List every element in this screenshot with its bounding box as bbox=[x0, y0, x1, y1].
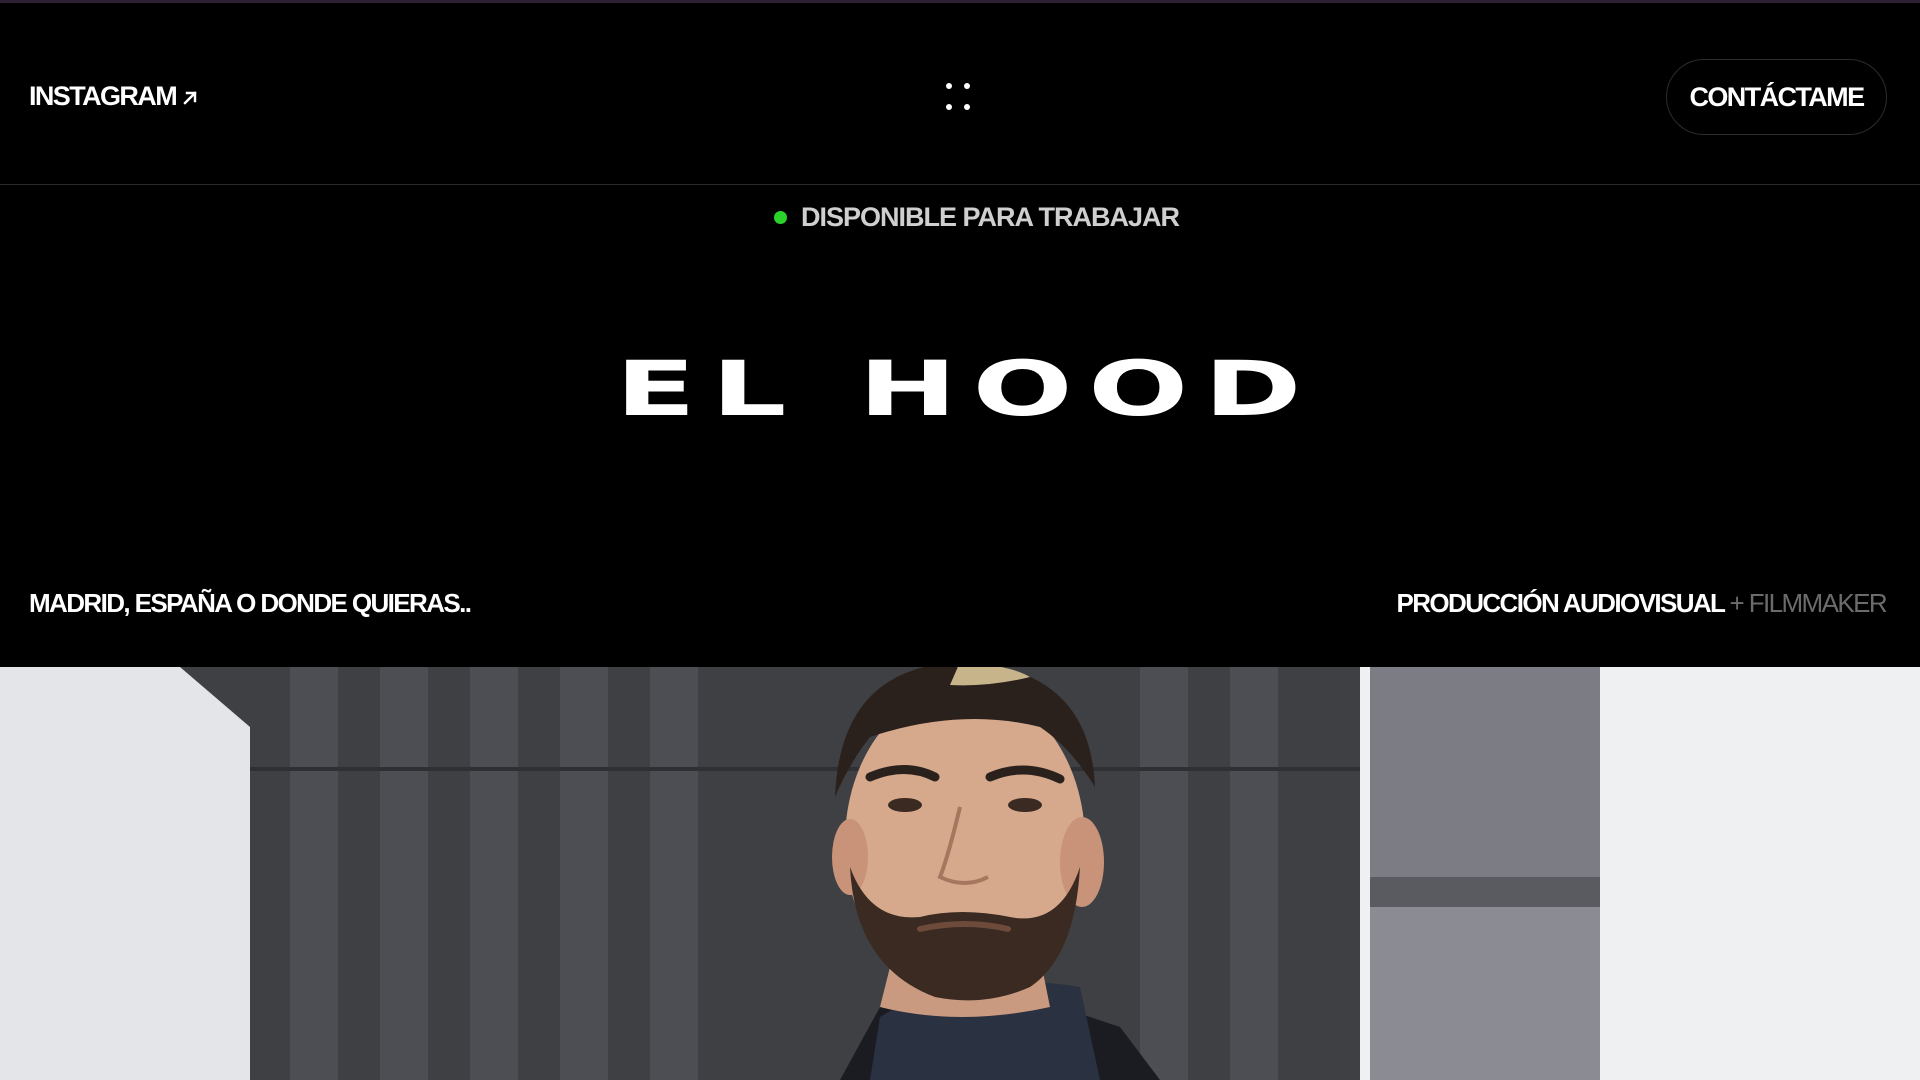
hero-photo bbox=[0, 667, 1920, 1080]
menu-dots-icon[interactable] bbox=[944, 82, 974, 114]
instagram-link[interactable]: INSTAGRAM bbox=[29, 81, 198, 112]
contact-button-label: CONTÁCTAME bbox=[1689, 81, 1866, 112]
arrow-up-right-icon bbox=[183, 90, 197, 105]
location-text: MADRID, ESPAÑA O DONDE QUIERAS.. bbox=[29, 588, 472, 618]
status-text: DISPONIBLE PARA TRABAJAR bbox=[801, 202, 1180, 232]
role-primary: PRODUCCIÓN AUDIOVISUAL bbox=[1396, 588, 1725, 618]
page: INSTAGRAM CONTÁCTAME DISPONIBLE PARA TRA… bbox=[0, 0, 1920, 1080]
portrait-image bbox=[0, 667, 1920, 1080]
hero-title: EL HOOD bbox=[615, 344, 1318, 433]
site-header: INSTAGRAM CONTÁCTAME bbox=[0, 3, 1920, 185]
contact-button[interactable]: CONTÁCTAME bbox=[1666, 59, 1887, 135]
status-dot-icon bbox=[774, 211, 787, 224]
role-text: PRODUCCIÓN AUDIOVISUAL + FILMMAKER bbox=[1396, 588, 1888, 619]
role-secondary: + FILMMAKER bbox=[1729, 588, 1888, 618]
availability-status: DISPONIBLE PARA TRABAJAR bbox=[774, 202, 1180, 233]
instagram-label: INSTAGRAM bbox=[29, 81, 178, 111]
